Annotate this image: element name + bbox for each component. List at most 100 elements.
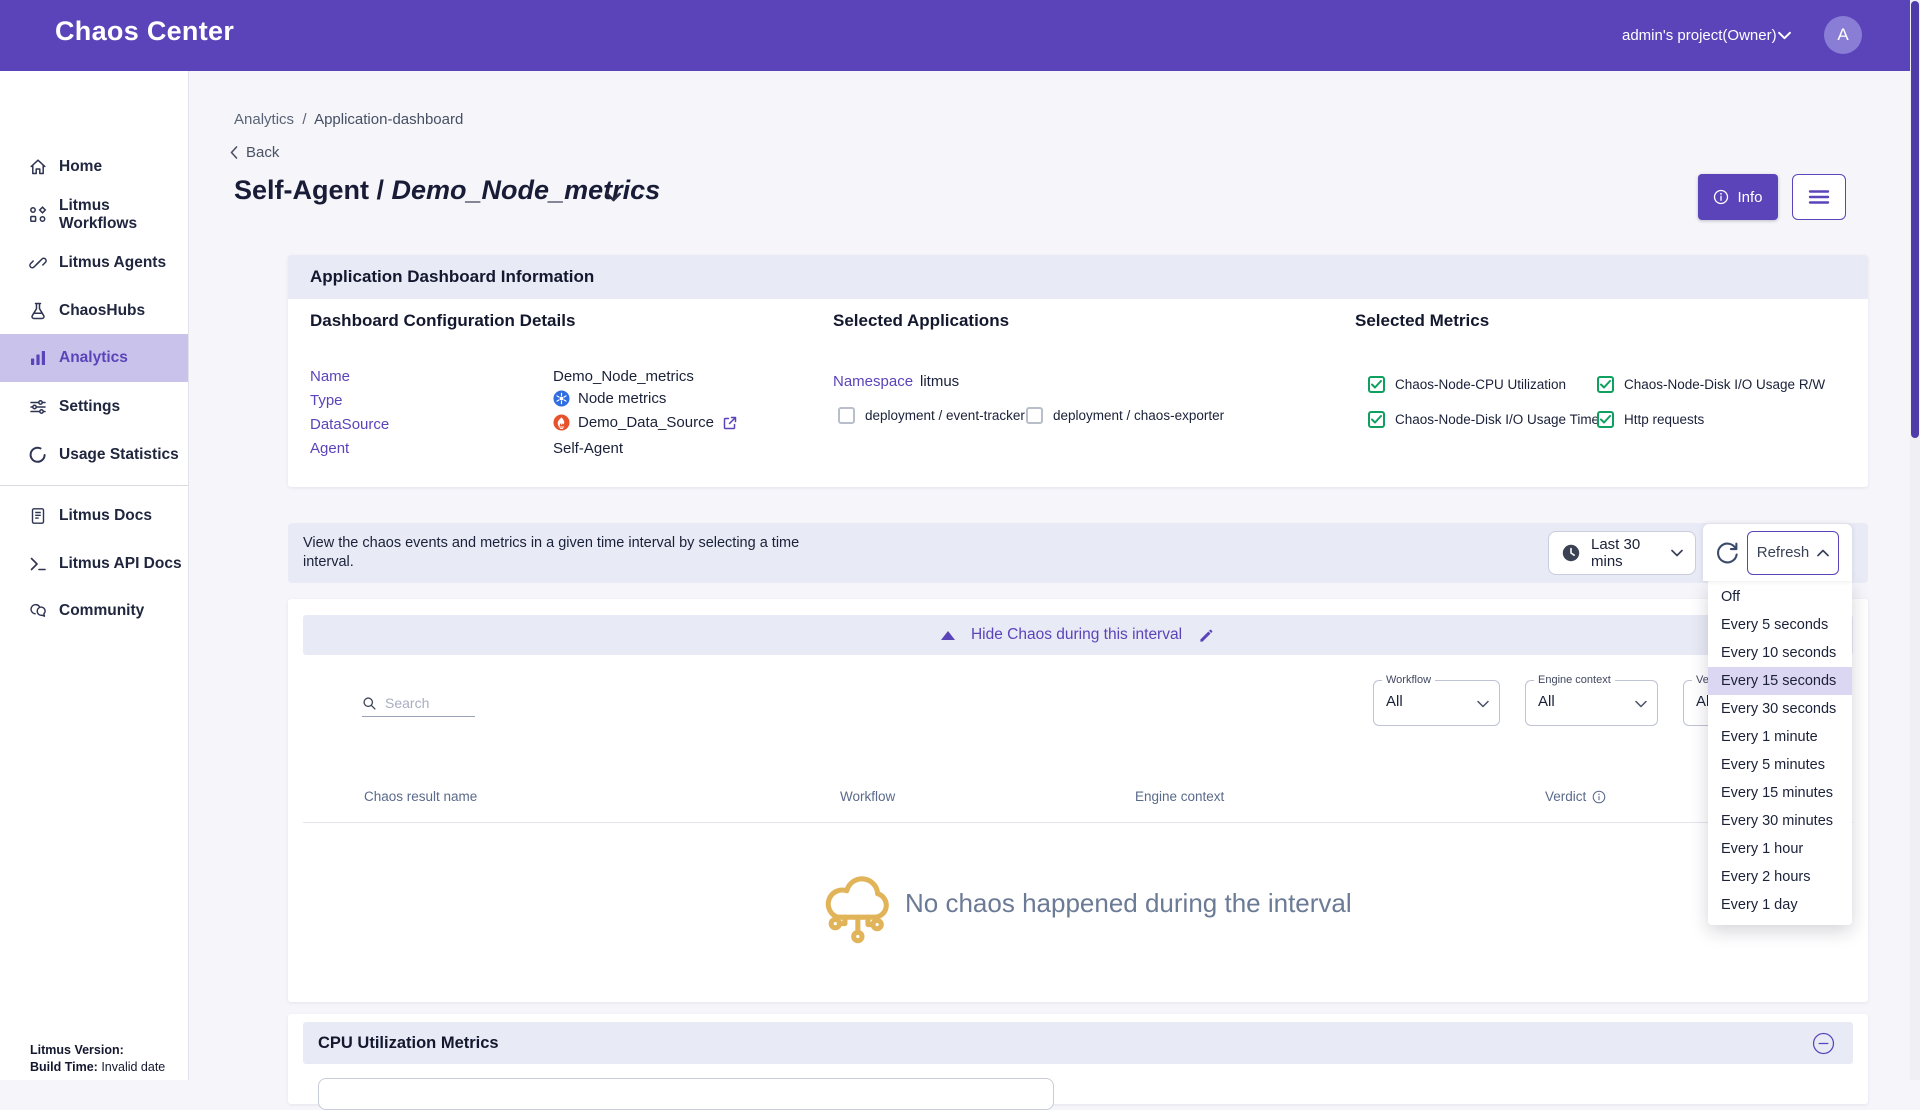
scrollbar-thumb[interactable] — [1911, 1, 1919, 438]
menu-item-every-30-minutes[interactable]: Every 30 minutes — [1708, 807, 1852, 835]
cpu-metrics-title: CPU Utilization Metrics — [318, 1034, 499, 1053]
config-row-label: Type — [310, 392, 343, 409]
selected-applications-title: Selected Applications — [833, 311, 1009, 331]
checkbox-checked[interactable] — [1368, 376, 1385, 393]
column-header-engine-context: Engine context — [1135, 789, 1224, 804]
engine-context-filter-value: All — [1538, 693, 1555, 710]
chevron-down-icon[interactable] — [1778, 31, 1791, 40]
title-chevron-down-icon[interactable] — [606, 192, 621, 202]
collapse-triangle-icon[interactable] — [941, 631, 955, 640]
back-label: Back — [246, 144, 279, 161]
litmus-version-label: Litmus Version: — [30, 1043, 124, 1057]
menu-item-every-10-seconds[interactable]: Every 10 seconds — [1708, 639, 1852, 667]
refresh-rate-button[interactable]: Refresh — [1747, 531, 1839, 575]
sidebar-item-label: Home — [59, 158, 102, 176]
avatar-initial: A — [1837, 25, 1848, 45]
sidebar-item-label: Litmus API Docs — [59, 555, 182, 573]
refresh-button-label: Refresh — [1757, 544, 1810, 561]
home-icon — [28, 157, 48, 177]
chaos-table-card: Hide Chaos during this interval Workflow… — [288, 599, 1868, 1002]
interval-description: View the chaos events and metrics in a g… — [303, 534, 799, 572]
external-link-icon[interactable] — [722, 415, 738, 431]
menu-item-every-30-seconds[interactable]: Every 30 seconds — [1708, 695, 1852, 723]
sidebar-item-chaoshubs[interactable]: ChaosHubs — [0, 287, 188, 335]
back-button[interactable]: Back — [230, 144, 279, 161]
config-row-label: DataSource — [310, 416, 389, 433]
metric-checkbox-row: Chaos-Node-Disk I/O Usage Times — [1368, 411, 1606, 428]
chaos-center-app: { "colors":{"brand":"#5b44ba","panel_lav… — [0, 0, 1920, 1080]
breadcrumb-current: Application-dashboard — [314, 111, 463, 128]
sidebar-item-litmus-workflows[interactable]: Litmus Workflows — [0, 191, 188, 239]
sidebar-item-litmus-api-docs[interactable]: Litmus API Docs — [0, 540, 188, 588]
workflow-filter-select[interactable]: Workflow All — [1373, 680, 1500, 726]
sidebar-divider — [0, 485, 188, 486]
sidebar-item-settings[interactable]: Settings — [0, 383, 188, 431]
column-header-chaos-result-name: Chaos result name — [364, 789, 477, 804]
search-input[interactable] — [383, 694, 471, 712]
checkbox-checked[interactable] — [1368, 411, 1385, 428]
menu-item-every-15-seconds[interactable]: Every 15 seconds — [1708, 667, 1852, 695]
sidebar-item-usage-statistics[interactable]: Usage Statistics — [0, 431, 188, 479]
kubernetes-icon — [553, 390, 570, 407]
menu-item-every-1-hour[interactable]: Every 1 hour — [1708, 835, 1852, 863]
collapse-minus-icon[interactable] — [1812, 1032, 1835, 1055]
sidebar-item-analytics[interactable]: Analytics — [0, 334, 188, 382]
sidebar-item-home[interactable]: Home — [0, 143, 188, 191]
sidebar-item-litmus-docs[interactable]: Litmus Docs — [0, 492, 188, 540]
cloud-network-icon — [810, 860, 902, 956]
engine-context-filter-select[interactable]: Engine context All — [1525, 680, 1658, 726]
application-checkbox-label: deployment / event-tracker — [865, 408, 1025, 423]
time-range-select[interactable]: Last 30 mins — [1548, 531, 1696, 575]
metric-checkbox-row: Chaos-Node-Disk I/O Usage R/W — [1597, 376, 1825, 393]
namespace-value: litmus — [920, 373, 959, 390]
project-label: admin's project(Owner) — [1622, 27, 1777, 44]
workflows-icon — [28, 205, 48, 225]
type-value: Node metrics — [578, 390, 666, 407]
menu-item-every-2-hours[interactable]: Every 2 hours — [1708, 863, 1852, 891]
sidebar-item-label: Litmus Docs — [59, 507, 152, 525]
menu-item-every-5-minutes[interactable]: Every 5 minutes — [1708, 751, 1852, 779]
flask-icon — [28, 301, 48, 321]
sidebar: Home Litmus Workflows Litmus Agents Chao… — [0, 71, 189, 1080]
search-field — [362, 690, 475, 717]
build-time-label: Build Time: — [30, 1060, 98, 1074]
refresh-icon[interactable] — [1715, 540, 1740, 565]
cpu-metrics-header: CPU Utilization Metrics — [303, 1022, 1853, 1064]
sidebar-item-label: Litmus Agents — [59, 254, 166, 272]
chat-icon — [28, 601, 48, 621]
hide-chaos-label[interactable]: Hide Chaos during this interval — [971, 626, 1182, 644]
edit-pencil-icon[interactable] — [1198, 627, 1215, 644]
info-circle-icon[interactable] — [1592, 790, 1606, 804]
top-header: Chaos Center admin's project(Owner) A — [0, 0, 1920, 71]
menu-item-every-15-minutes[interactable]: Every 15 minutes — [1708, 779, 1852, 807]
checkbox-unchecked[interactable] — [1026, 407, 1043, 424]
time-range-value: Last 30 mins — [1591, 536, 1661, 570]
breadcrumb-analytics[interactable]: Analytics — [234, 111, 294, 128]
sidebar-item-label: ChaosHubs — [59, 302, 145, 320]
menu-item-every-1-minute[interactable]: Every 1 minute — [1708, 723, 1852, 751]
project-selector[interactable]: admin's project(Owner) — [1622, 0, 1777, 71]
menu-item-every-5-seconds[interactable]: Every 5 seconds — [1708, 611, 1852, 639]
table-divider — [303, 822, 1853, 823]
menu-item-off[interactable]: Off — [1708, 583, 1852, 611]
checkbox-checked[interactable] — [1597, 411, 1614, 428]
chevron-down-icon — [1635, 700, 1647, 708]
sidebar-item-label: Analytics — [59, 349, 128, 367]
info-icon — [1713, 189, 1729, 205]
config-row-value: Node metrics — [553, 390, 666, 407]
sidebar-item-label: Community — [59, 602, 144, 620]
terminal-icon — [28, 554, 48, 574]
datasource-value: Demo_Data_Source — [578, 414, 714, 431]
menu-item-every-1-day[interactable]: Every 1 day — [1708, 891, 1852, 919]
sidebar-item-community[interactable]: Community — [0, 587, 188, 635]
sidebar-item-litmus-agents[interactable]: Litmus Agents — [0, 239, 188, 287]
avatar[interactable]: A — [1824, 16, 1862, 54]
checkbox-unchecked[interactable] — [838, 407, 855, 424]
info-button[interactable]: Info — [1698, 174, 1778, 220]
cpu-chart-panel — [318, 1078, 1054, 1110]
column-header-workflow: Workflow — [840, 789, 895, 804]
metric-checkbox-label: Chaos-Node-Disk I/O Usage Times — [1395, 412, 1606, 427]
dashboard-menu-button[interactable] — [1792, 174, 1846, 220]
checkbox-checked[interactable] — [1597, 376, 1614, 393]
config-row-label: Agent — [310, 440, 349, 457]
